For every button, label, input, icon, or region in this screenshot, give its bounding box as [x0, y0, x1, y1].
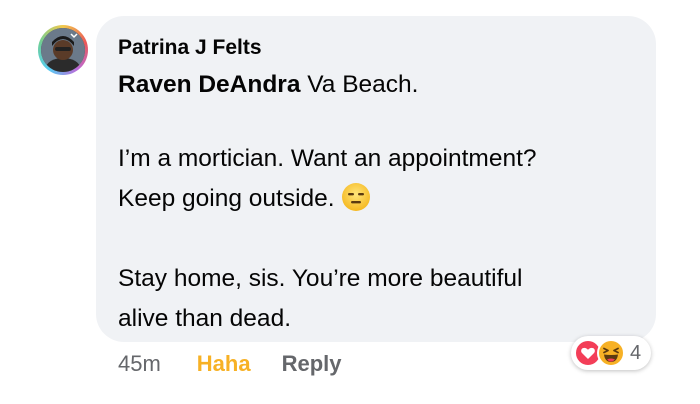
comment-actions: 45m Haha Reply	[118, 350, 342, 378]
haha-icon	[597, 339, 625, 367]
comment-line-2: I’m a mortician. Want an appointment?	[118, 145, 537, 172]
comment-line-1-text: Va Beach.	[300, 71, 419, 98]
comment-timestamp[interactable]: 45m	[118, 351, 161, 377]
comment-line-5: alive than dead.	[118, 305, 291, 332]
avatar-photo	[41, 28, 85, 72]
comment-body: Raven DeAndra Va Beach. I’m a mortician.…	[118, 65, 634, 339]
comment-line-3: Keep going outside.	[118, 179, 634, 225]
comment-line-1: Raven DeAndra Va Beach.	[118, 65, 634, 105]
reaction-summary[interactable]: 4	[571, 336, 652, 370]
reply-button[interactable]: Reply	[282, 351, 342, 377]
haha-reaction-button[interactable]: Haha	[197, 351, 251, 377]
mention-link[interactable]: Raven DeAndra	[118, 71, 300, 98]
reaction-count: 4	[630, 341, 642, 364]
comment-line-4: Stay home, sis. You’re more beautiful	[118, 265, 523, 292]
comment-author[interactable]: Patrina J Felts	[118, 34, 634, 62]
expressionless-face-emoji-icon	[341, 182, 371, 225]
avatar[interactable]	[38, 25, 88, 75]
comment-line-3-text: Keep going outside.	[118, 185, 335, 212]
comment-bubble: Patrina J Felts Raven DeAndra Va Beach. …	[96, 16, 656, 342]
